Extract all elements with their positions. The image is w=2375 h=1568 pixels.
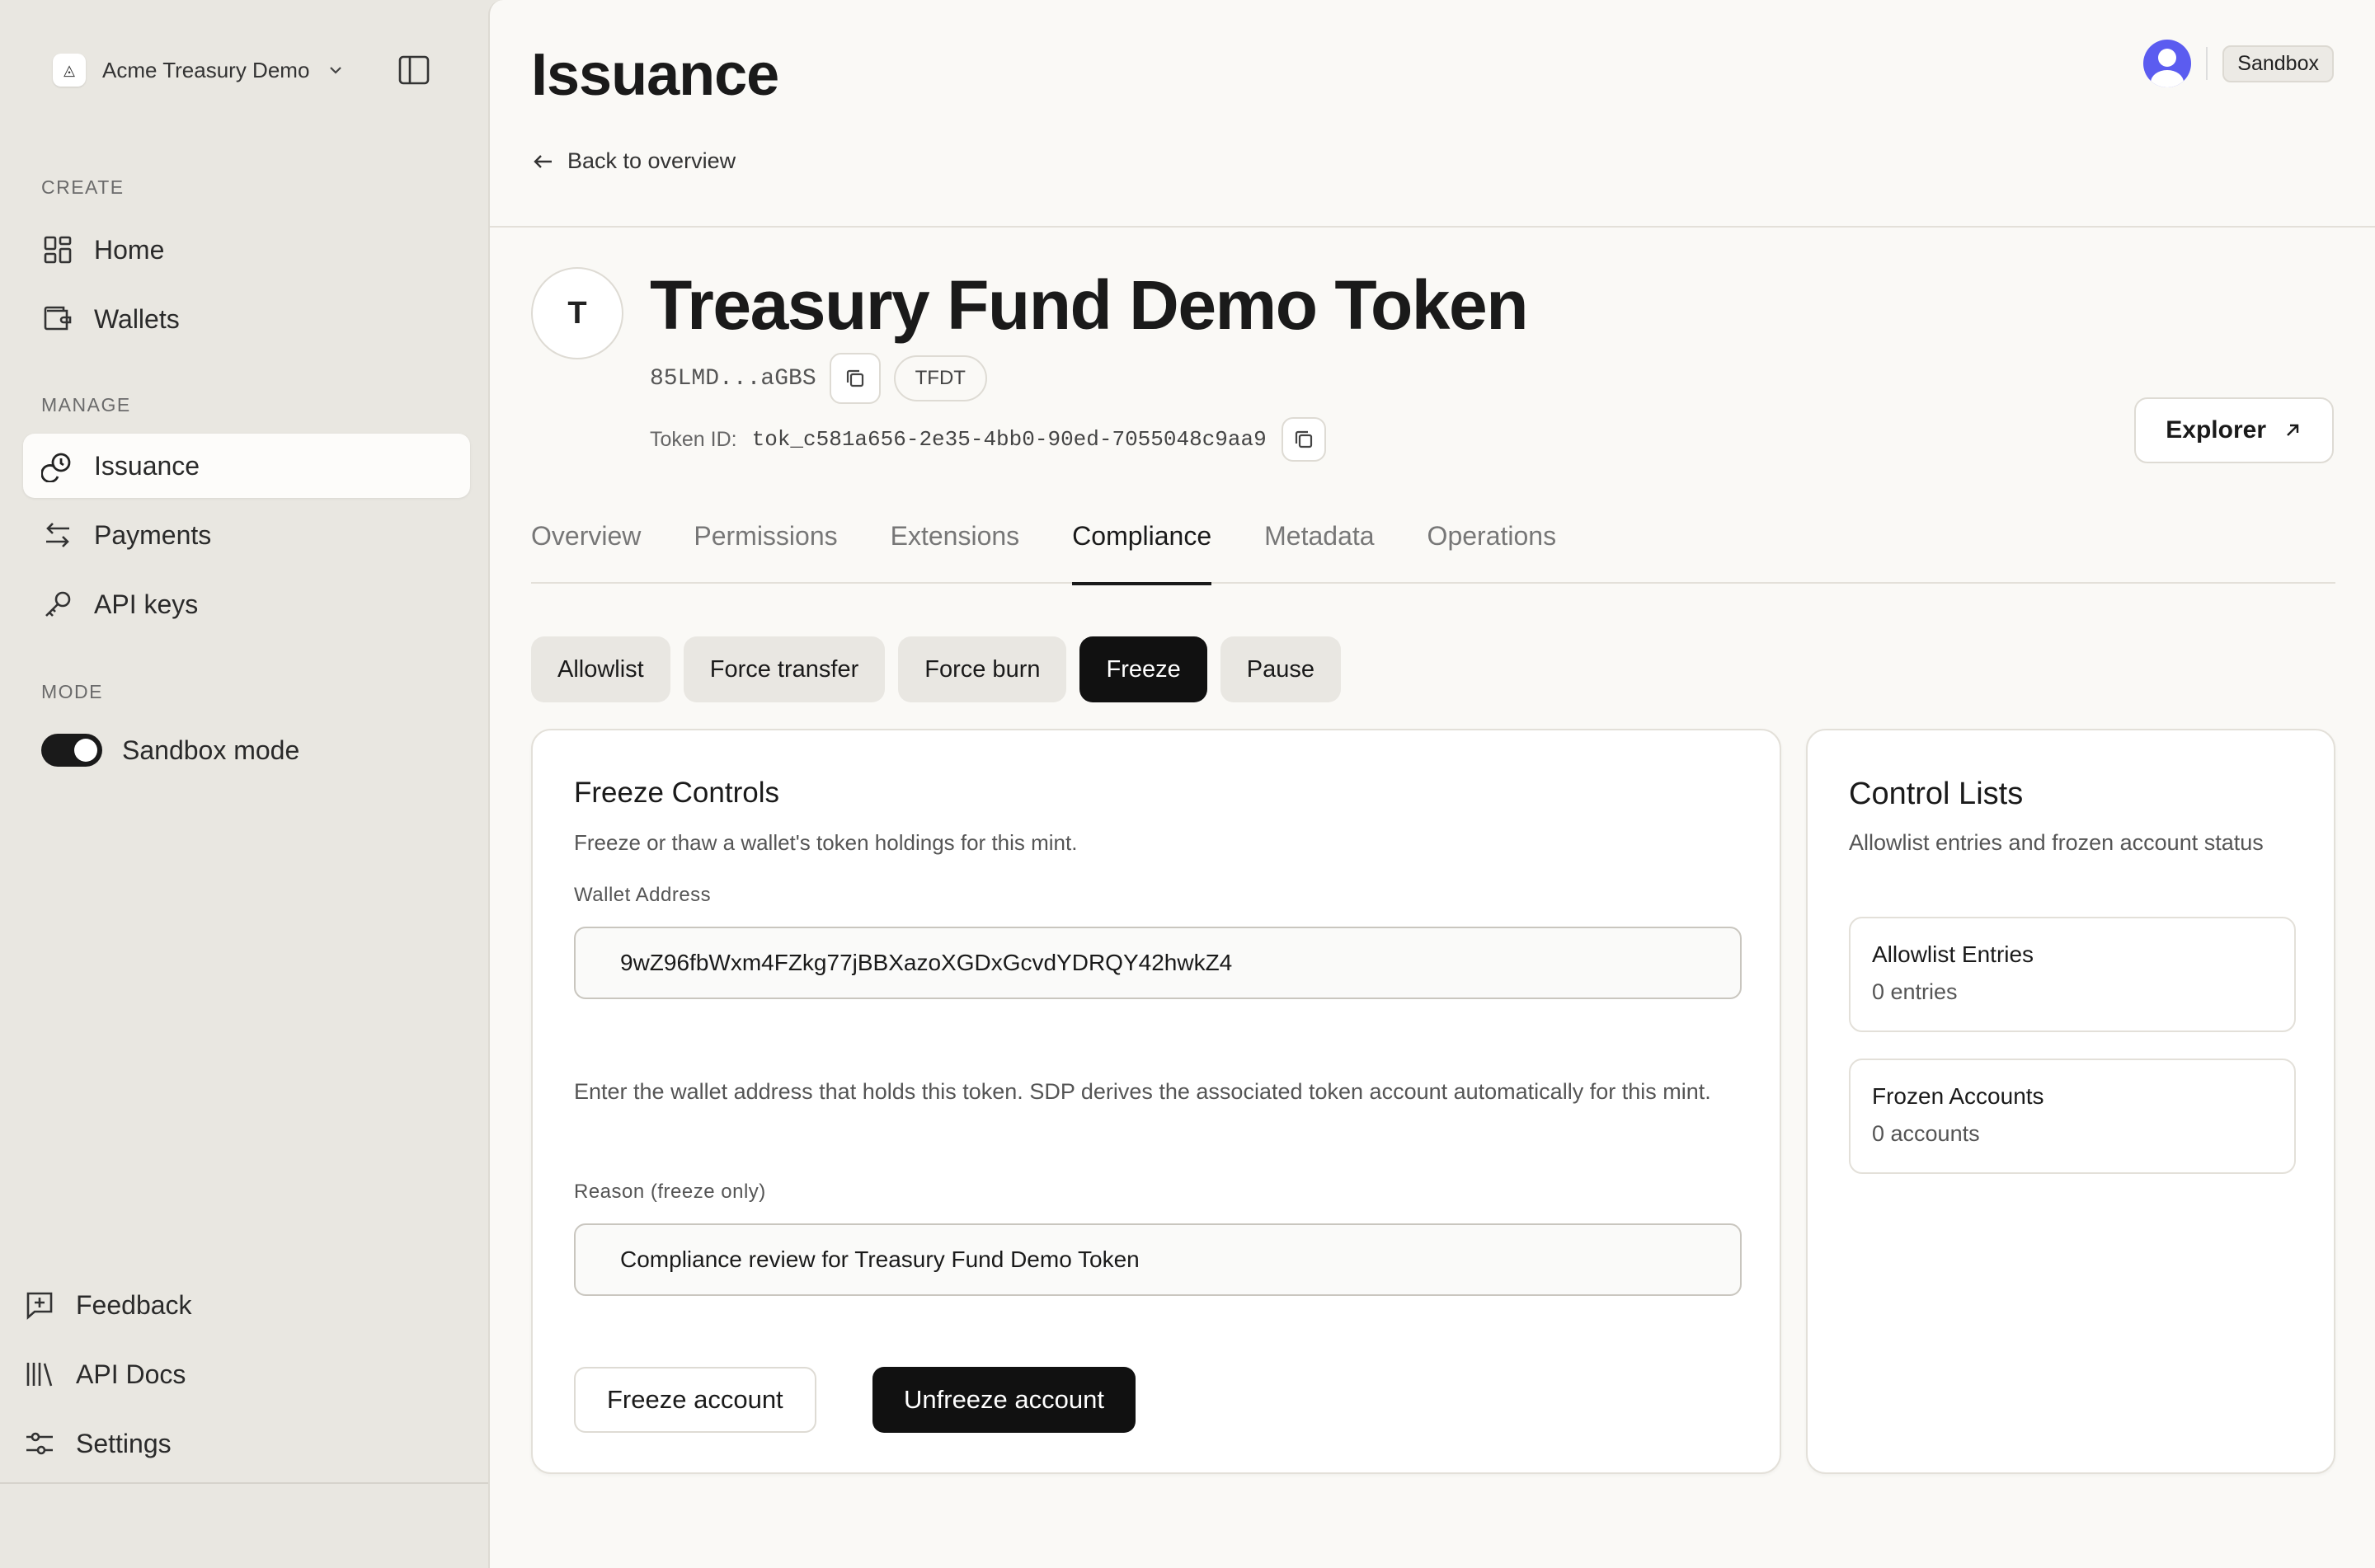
workspace-name: Acme Treasury Demo [102,57,310,82]
sandbox-mode-row: Sandbox mode [41,734,299,767]
sandbox-mode-toggle[interactable] [41,734,102,767]
card-subtitle: Freeze or thaw a wallet's token holdings… [574,830,1078,855]
subtab-freeze[interactable]: Freeze [1079,636,1207,702]
sidebar-toggle-icon[interactable] [397,54,430,86]
wallet-help-text: Enter the wallet address that holds this… [574,1079,1711,1104]
allowlist-entries-count: 0 entries [1872,979,1958,1004]
sidebar-item-api-docs[interactable]: API Docs [23,1345,470,1403]
card-title: Freeze Controls [574,777,779,809]
sidebar-item-label: API keys [94,589,199,619]
sidebar-item-label: API Docs [76,1359,186,1389]
token-tabs: Overview Permissions Extensions Complian… [531,511,2335,585]
sidebar-item-home[interactable]: Home [23,218,470,282]
divider [2206,47,2208,80]
token-meta: 85LMD...aGBS TFDT [650,353,987,404]
section-label-mode: MODE [41,681,103,702]
external-link-icon [2287,424,2299,436]
topbar: Sandbox [2143,40,2334,87]
workspace-logo: ◬ [53,54,86,87]
token-address: 85LMD...aGBS [650,365,816,392]
arrow-left-icon [534,154,552,168]
control-lists-card: Control Lists Allowlist entries and froz… [1806,729,2335,1474]
section-label-create: CREATE [41,176,125,198]
header-divider [490,226,2375,228]
subtab-force-transfer[interactable]: Force transfer [683,636,886,702]
sidebar-item-label: Payments [94,519,212,550]
wallet-icon [44,306,72,331]
copy-address-button[interactable] [829,353,881,404]
wallet-address-label: Wallet Address [574,884,712,906]
sidebar-item-label: Feedback [76,1289,192,1320]
sidebar: ◬ Acme Treasury Demo CREATE Home Wallets… [0,0,488,1484]
unfreeze-account-button[interactable]: Unfreeze account [872,1367,1136,1433]
back-to-overview-link[interactable]: Back to overview [531,148,736,174]
token-id-row: Token ID: tok_c581a656-2e35-4bb0-90ed-70… [650,417,1326,462]
explorer-button[interactable]: Explorer [2134,397,2334,463]
token-avatar: T [531,267,623,359]
token-name: Treasury Fund Demo Token [650,266,1529,344]
allowlist-entries-title: Allowlist Entries [1872,941,2034,967]
subtab-force-burn[interactable]: Force burn [898,636,1067,702]
main-panel: Issuance Back to overview Sandbox T Trea… [488,0,2375,1568]
key-icon [45,591,71,617]
freeze-account-button[interactable]: Freeze account [574,1367,816,1433]
environment-badge: Sandbox [2222,45,2334,82]
coins-icon [41,453,71,482]
tab-metadata[interactable]: Metadata [1264,511,1374,584]
sidebar-item-label: Settings [76,1428,172,1458]
tab-compliance[interactable]: Compliance [1072,511,1211,585]
copy-token-id-button[interactable] [1281,417,1326,462]
tab-extensions[interactable]: Extensions [891,511,1020,584]
sidebar-item-wallets[interactable]: Wallets [23,287,470,351]
reason-label: Reason (freeze only) [574,1181,766,1203]
compliance-subtabs: Allowlist Force transfer Force burn Free… [531,636,1341,702]
copy-icon [1295,430,1312,448]
sidebar-item-label: Home [94,234,165,265]
sidebar-item-feedback[interactable]: Feedback [23,1276,470,1334]
token-id-value: tok_c581a656-2e35-4bb0-90ed-7055048c9aa9 [751,427,1267,452]
tab-overview[interactable]: Overview [531,511,641,584]
page-title: Issuance [531,42,779,108]
sidebar-item-issuance[interactable]: Issuance [23,434,470,498]
tab-operations[interactable]: Operations [1427,511,1557,584]
frozen-accounts-box: Frozen Accounts 0 accounts [1849,1059,2296,1174]
card-title: Control Lists [1849,777,2024,811]
workspace-switcher[interactable]: ◬ Acme Treasury Demo [53,51,346,89]
token-symbol-badge: TFDT [893,355,987,401]
sidebar-item-label: Issuance [94,450,200,481]
sidebar-item-label: Wallets [94,303,180,334]
sidebar-item-payments[interactable]: Payments [23,503,470,567]
feedback-icon [26,1292,53,1320]
sliders-icon [26,1432,53,1455]
user-avatar[interactable] [2143,40,2192,87]
sidebar-item-api-keys[interactable]: API keys [23,572,470,636]
copy-icon [846,369,863,387]
grid-icon [44,236,72,264]
section-label-manage: MANAGE [41,394,131,415]
back-link-label: Back to overview [567,148,736,173]
subtab-allowlist[interactable]: Allowlist [531,636,670,702]
wallet-address-input[interactable]: 9wZ96fbWxm4FZkg77jBBXazoXGDxGcvdYDRQY42h… [574,927,1742,999]
sandbox-mode-label: Sandbox mode [122,735,300,765]
reason-input[interactable]: Compliance review for Treasury Fund Demo… [574,1223,1742,1296]
subtab-pause[interactable]: Pause [1220,636,1341,702]
allowlist-entries-box: Allowlist Entries 0 entries [1849,917,2296,1032]
sidebar-item-settings[interactable]: Settings [23,1415,470,1472]
library-icon [26,1363,53,1387]
token-id-label: Token ID: [650,427,737,451]
freeze-controls-card: Freeze Controls Freeze or thaw a wallet'… [531,729,1781,1474]
arrows-icon [46,523,69,547]
card-subtitle: Allowlist entries and frozen account sta… [1849,830,2264,855]
frozen-accounts-title: Frozen Accounts [1872,1083,2044,1109]
frozen-accounts-count: 0 accounts [1872,1121,1980,1146]
tab-permissions[interactable]: Permissions [694,511,837,584]
chevron-down-icon [330,67,342,74]
explorer-label: Explorer [2166,416,2266,444]
